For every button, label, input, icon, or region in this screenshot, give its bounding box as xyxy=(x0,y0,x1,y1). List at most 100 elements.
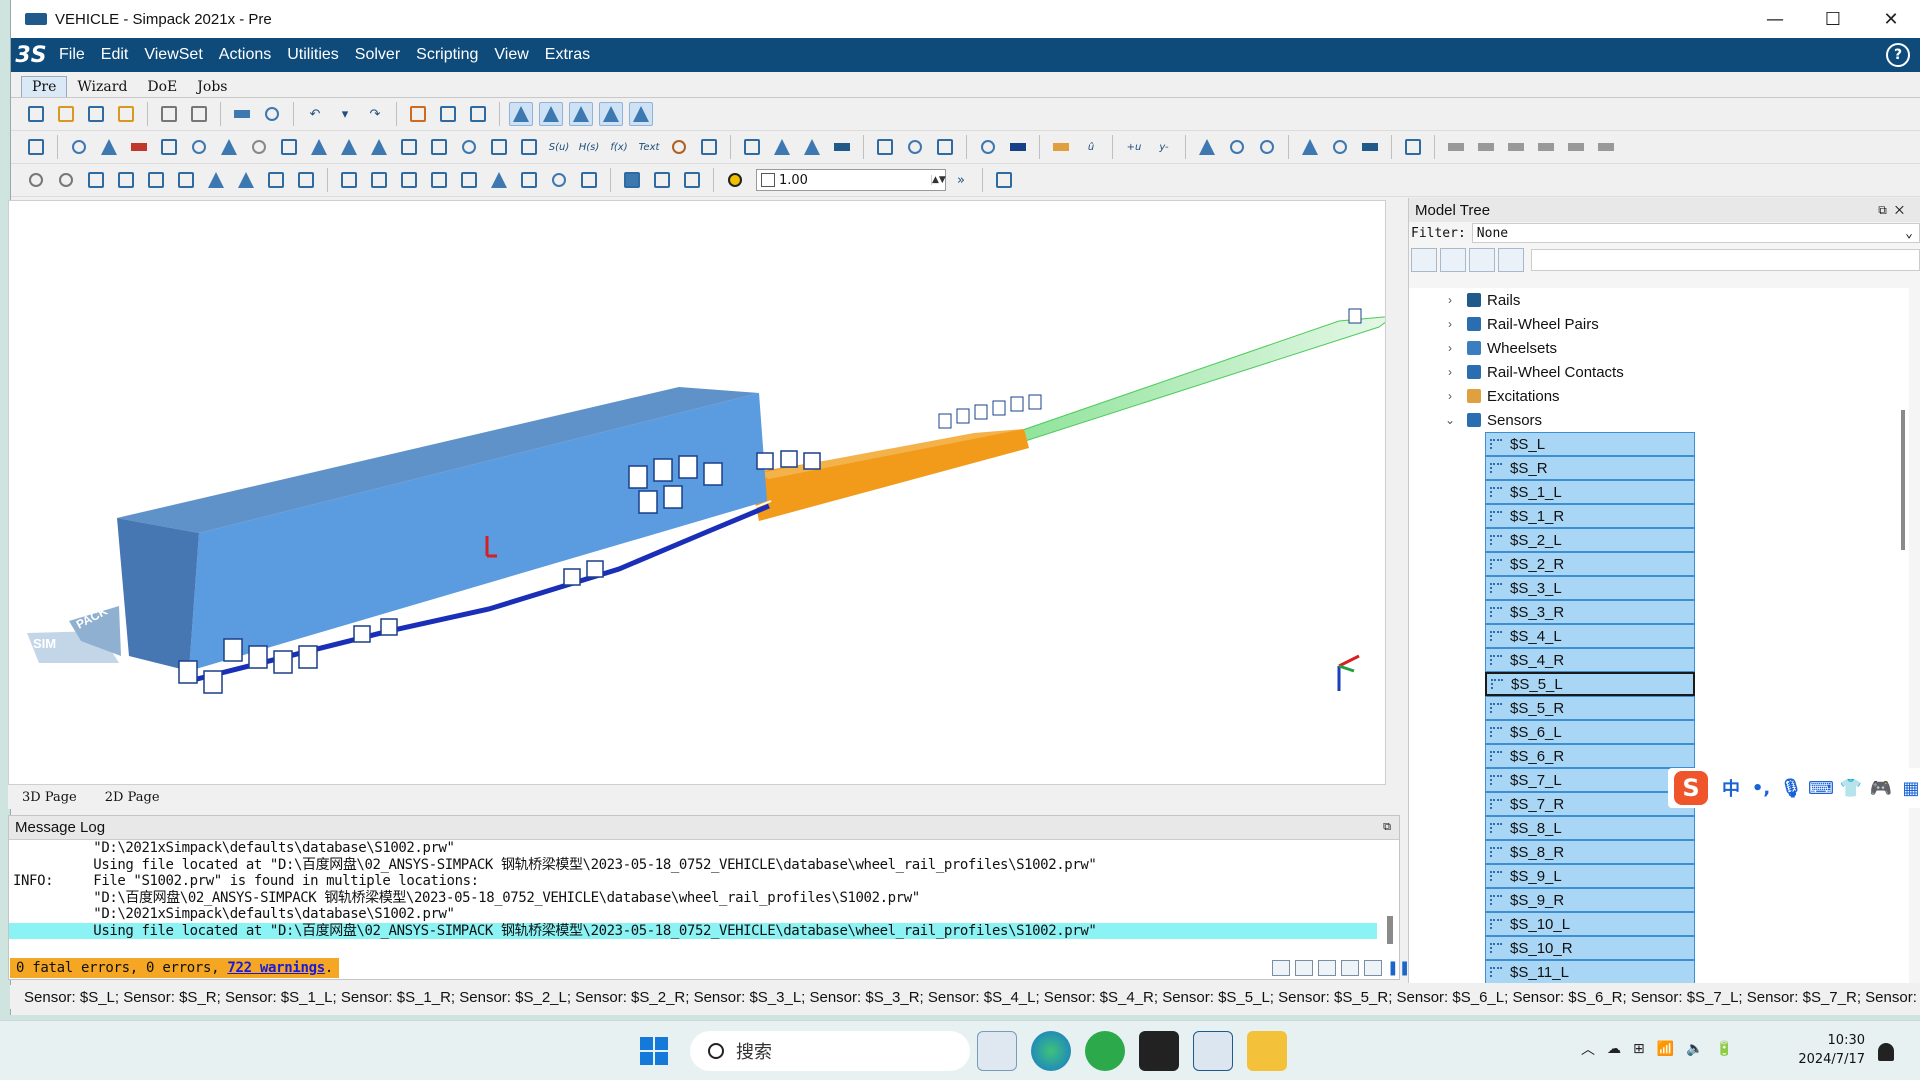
y-output-icon[interactable]: y- xyxy=(1152,135,1176,159)
ime-mode-toggle[interactable]: 中 xyxy=(1716,775,1746,801)
filter-icon[interactable] xyxy=(1255,135,1279,159)
sensor-icon[interactable] xyxy=(1195,135,1219,159)
frame-icon[interactable] xyxy=(157,135,181,159)
anim-7-icon[interactable] xyxy=(517,168,541,192)
tree-item-sensor[interactable]: $S_6_L xyxy=(1485,720,1695,744)
maximize-button[interactable]: ☐ xyxy=(1804,0,1862,38)
curve-icon[interactable] xyxy=(517,135,541,159)
tree-item-sensor[interactable]: $S_10_R xyxy=(1485,936,1695,960)
visibility-mode-4-icon[interactable] xyxy=(599,102,623,126)
solid-render-icon[interactable] xyxy=(620,168,644,192)
game-icon[interactable]: 🎮 xyxy=(1866,778,1896,799)
log-search-icon[interactable] xyxy=(1341,960,1359,976)
3d-scene[interactable]: SIM PACK xyxy=(9,201,1386,785)
wheelset-icon[interactable] xyxy=(903,135,927,159)
text-icon[interactable]: Text xyxy=(637,135,661,159)
view-xz-icon[interactable] xyxy=(144,168,168,192)
connector-icon[interactable] xyxy=(277,135,301,159)
moment-icon[interactable] xyxy=(217,135,241,159)
plus-u-icon[interactable]: +u xyxy=(1122,135,1146,159)
zoom-view-icon[interactable] xyxy=(54,168,78,192)
view-fit-icon[interactable] xyxy=(84,168,108,192)
notification-bell-icon[interactable] xyxy=(1878,1043,1894,1061)
anim-5-icon[interactable] xyxy=(457,168,481,192)
tree-item-sensor[interactable]: $S_1_L xyxy=(1485,480,1695,504)
align-left-icon[interactable] xyxy=(1504,135,1528,159)
tools-icon[interactable] xyxy=(97,135,121,159)
tab-wizard[interactable]: Wizard xyxy=(67,77,137,97)
tab-3d-page[interactable]: 3D Page xyxy=(8,790,91,805)
body-view-icon[interactable] xyxy=(406,102,430,126)
anim-4-icon[interactable] xyxy=(427,168,451,192)
monitor-app-icon[interactable] xyxy=(977,1031,1017,1071)
tree-item-sensor[interactable]: $S_11_L xyxy=(1485,960,1695,983)
constraint-icon[interactable] xyxy=(307,135,331,159)
align-top-icon[interactable] xyxy=(1444,135,1468,159)
view-persp-icon[interactable] xyxy=(234,168,258,192)
tree-scrollbar[interactable] xyxy=(1901,410,1905,550)
rail-2-icon[interactable] xyxy=(800,135,824,159)
hs-icon[interactable]: H(s) xyxy=(577,135,601,159)
open-model-button[interactable] xyxy=(54,102,78,126)
tree-node-wheelsets[interactable]: › Wheelsets xyxy=(1409,336,1909,360)
mass-icon[interactable] xyxy=(187,135,211,159)
u-input-icon[interactable]: û xyxy=(1079,135,1103,159)
apps-icon[interactable]: ▦ xyxy=(1896,778,1920,799)
grid-icon[interactable] xyxy=(697,135,721,159)
tree-item-sensor[interactable]: $S_3_R xyxy=(1485,600,1695,624)
terminal-icon[interactable] xyxy=(1139,1031,1179,1071)
filter-dropdown[interactable]: None ⌄ xyxy=(1471,223,1920,243)
rotate-view-icon[interactable] xyxy=(24,168,48,192)
visibility-mode-1-icon[interactable] xyxy=(509,102,533,126)
log-copy-icon[interactable] xyxy=(1295,960,1313,976)
ime-tray-icon[interactable]: ⊞ xyxy=(1633,1041,1645,1057)
cloud-icon[interactable]: ☁ xyxy=(1607,1041,1621,1057)
fx-icon[interactable]: f(x) xyxy=(607,135,631,159)
view-yz-icon[interactable] xyxy=(174,168,198,192)
menu-utilities[interactable]: Utilities xyxy=(279,46,347,64)
tree-item-sensor[interactable]: $S_3_L xyxy=(1485,576,1695,600)
menu-view[interactable]: View xyxy=(486,46,536,64)
warnings-link[interactable]: 722 warnings xyxy=(227,960,325,976)
simpack-taskbar-icon[interactable] xyxy=(1193,1031,1233,1071)
redo-button[interactable]: ↷ xyxy=(363,102,387,126)
tree-item-sensor[interactable]: $S_2_L xyxy=(1485,528,1695,552)
tree-item-sensor[interactable]: $S_7_L xyxy=(1485,768,1695,792)
minimize-button[interactable]: — xyxy=(1746,0,1804,38)
chevron-down-icon[interactable]: ⌄ xyxy=(1441,413,1459,427)
wifi-icon[interactable]: 📶 xyxy=(1657,1041,1674,1057)
align-center-icon[interactable] xyxy=(1594,135,1618,159)
anim-9-icon[interactable] xyxy=(577,168,601,192)
bluetooth-b-icon[interactable] xyxy=(1006,135,1030,159)
file-explorer-icon[interactable] xyxy=(1247,1031,1287,1071)
chevron-right-icon[interactable]: › xyxy=(1441,365,1459,379)
expand-level-icon[interactable] xyxy=(1469,248,1495,272)
menu-edit[interactable]: Edit xyxy=(93,46,137,64)
tree-item-sensor[interactable]: $S_6_R xyxy=(1485,744,1695,768)
view-xy-icon[interactable] xyxy=(114,168,138,192)
chevron-right-icon[interactable]: › xyxy=(1441,341,1459,355)
sensor-2-icon[interactable] xyxy=(1225,135,1249,159)
force-icon[interactable] xyxy=(337,135,361,159)
antenna-icon[interactable] xyxy=(1298,135,1322,159)
chevron-right-icon[interactable]: › xyxy=(1441,317,1459,331)
tree-item-sensor[interactable]: $S_1_R xyxy=(1485,504,1695,528)
wire-render-icon[interactable] xyxy=(680,168,704,192)
visibility-mode-3-icon[interactable] xyxy=(569,102,593,126)
tab-pre[interactable]: Pre xyxy=(21,76,68,97)
tab-jobs[interactable]: Jobs xyxy=(187,77,237,97)
punctuation-icon[interactable]: •, xyxy=(1746,778,1776,799)
marker-icon[interactable] xyxy=(127,135,151,159)
menu-solver[interactable]: Solver xyxy=(347,46,408,64)
close-panel-icon[interactable]: ✕ xyxy=(1895,203,1912,217)
log-scrollbar[interactable] xyxy=(1387,916,1393,944)
taskbar-search[interactable]: 搜索 xyxy=(690,1031,970,1071)
joint-icon[interactable] xyxy=(67,135,91,159)
menu-scripting[interactable]: Scripting xyxy=(408,46,486,64)
tree-item-sensor[interactable]: $S_L xyxy=(1485,432,1695,456)
undo-dropdown-icon[interactable]: ▾ xyxy=(333,102,357,126)
log-filter-icon[interactable] xyxy=(1272,960,1290,976)
tree-item-sensor[interactable]: $S_10_L xyxy=(1485,912,1695,936)
undo-button[interactable]: ↶ xyxy=(303,102,327,126)
rail-wheel-pair-icon[interactable] xyxy=(873,135,897,159)
